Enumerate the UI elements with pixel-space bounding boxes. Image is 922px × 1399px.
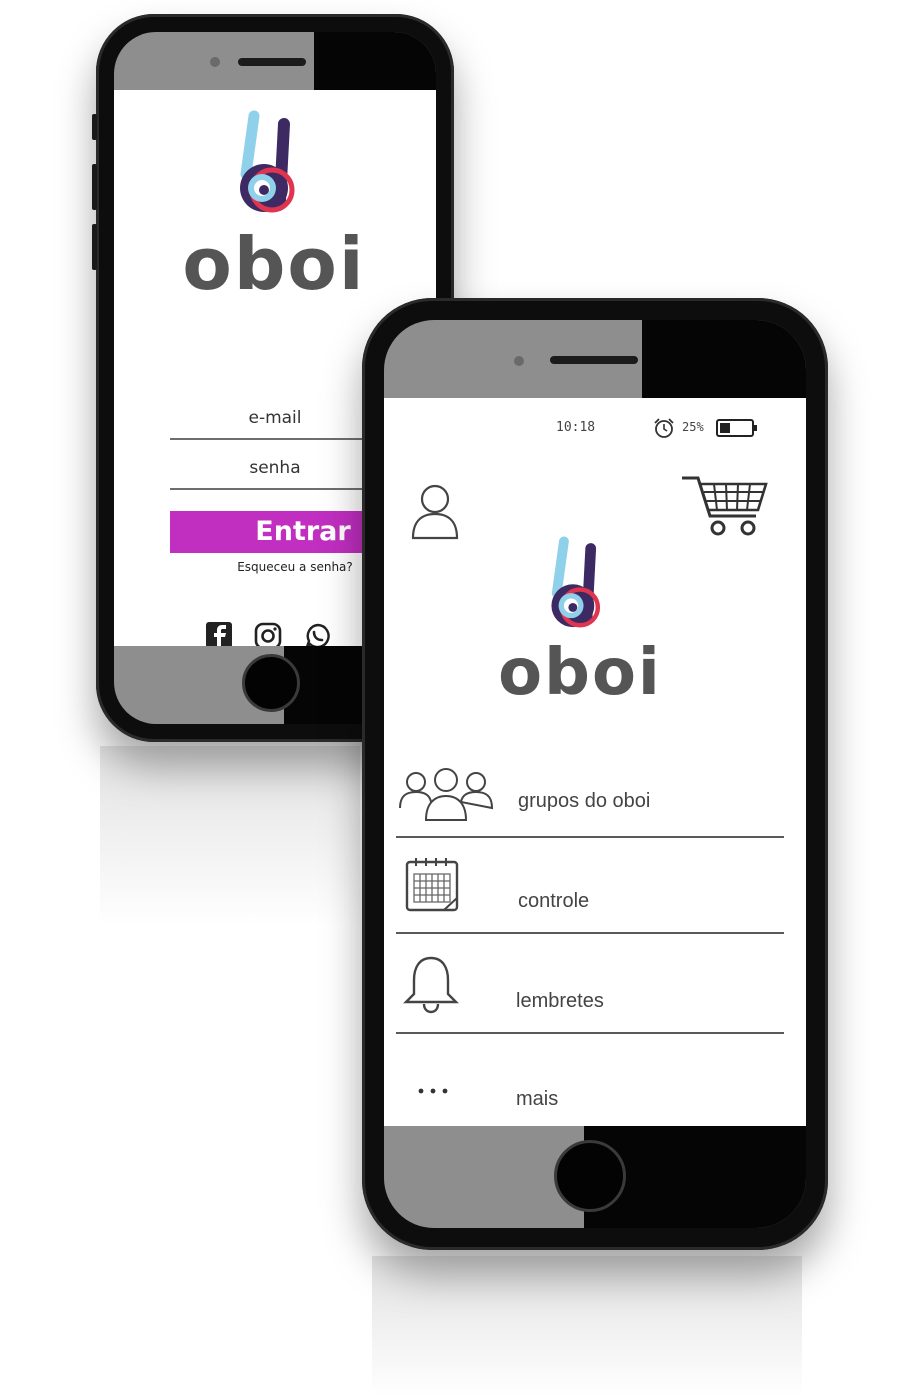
menu-label: lembretes — [516, 990, 604, 1012]
oboi-logo-icon — [240, 110, 295, 213]
email-field[interactable]: e-mail — [170, 408, 380, 428]
menu-label: mais — [516, 1088, 559, 1110]
profile-icon[interactable] — [410, 482, 460, 540]
battery-percent: 25% — [682, 420, 704, 434]
menu-item-control[interactable]: controle — [384, 848, 806, 932]
oboi-logo-icon — [551, 536, 601, 628]
battery-icon — [716, 419, 757, 437]
status-time: 10:18 — [556, 420, 596, 435]
cart-icon[interactable] — [680, 470, 770, 540]
front-camera — [210, 57, 220, 67]
menu-label: controle — [518, 890, 590, 912]
groups-icon — [399, 768, 494, 821]
brand-name: oboi — [182, 222, 366, 306]
whatsapp-icon[interactable] — [304, 622, 332, 646]
menu-divider — [396, 1032, 784, 1034]
brand-name: oboi — [498, 636, 662, 710]
side-button — [92, 224, 97, 270]
instagram-icon[interactable] — [254, 622, 282, 646]
front-camera — [514, 356, 524, 366]
menu-label: grupos do oboi — [518, 790, 651, 812]
menu-divider — [396, 932, 784, 934]
menu-item-reminders[interactable]: lembretes — [384, 944, 806, 1028]
menu-item-more[interactable]: mais — [384, 1044, 806, 1124]
side-button — [92, 164, 97, 210]
side-button — [92, 114, 97, 140]
home-screen: 10:18 25% oboi grupos do oboi controle l… — [384, 398, 806, 1126]
facebook-icon[interactable] — [206, 622, 232, 646]
speaker — [550, 356, 638, 364]
password-field[interactable]: senha — [170, 458, 380, 478]
phone-reflection — [100, 746, 360, 926]
menu-divider — [396, 836, 784, 838]
home-button[interactable] — [242, 654, 300, 712]
speaker — [238, 58, 306, 66]
alarm-icon — [654, 418, 674, 438]
menu-item-groups[interactable]: grupos do oboi — [384, 758, 806, 838]
calendar-icon — [405, 858, 459, 912]
home-phone: 10:18 25% oboi grupos do oboi controle l… — [362, 298, 828, 1250]
phone-reflection — [372, 1256, 802, 1396]
home-button[interactable] — [554, 1140, 626, 1212]
bell-icon — [403, 956, 459, 1014]
more-icon — [418, 1088, 448, 1094]
